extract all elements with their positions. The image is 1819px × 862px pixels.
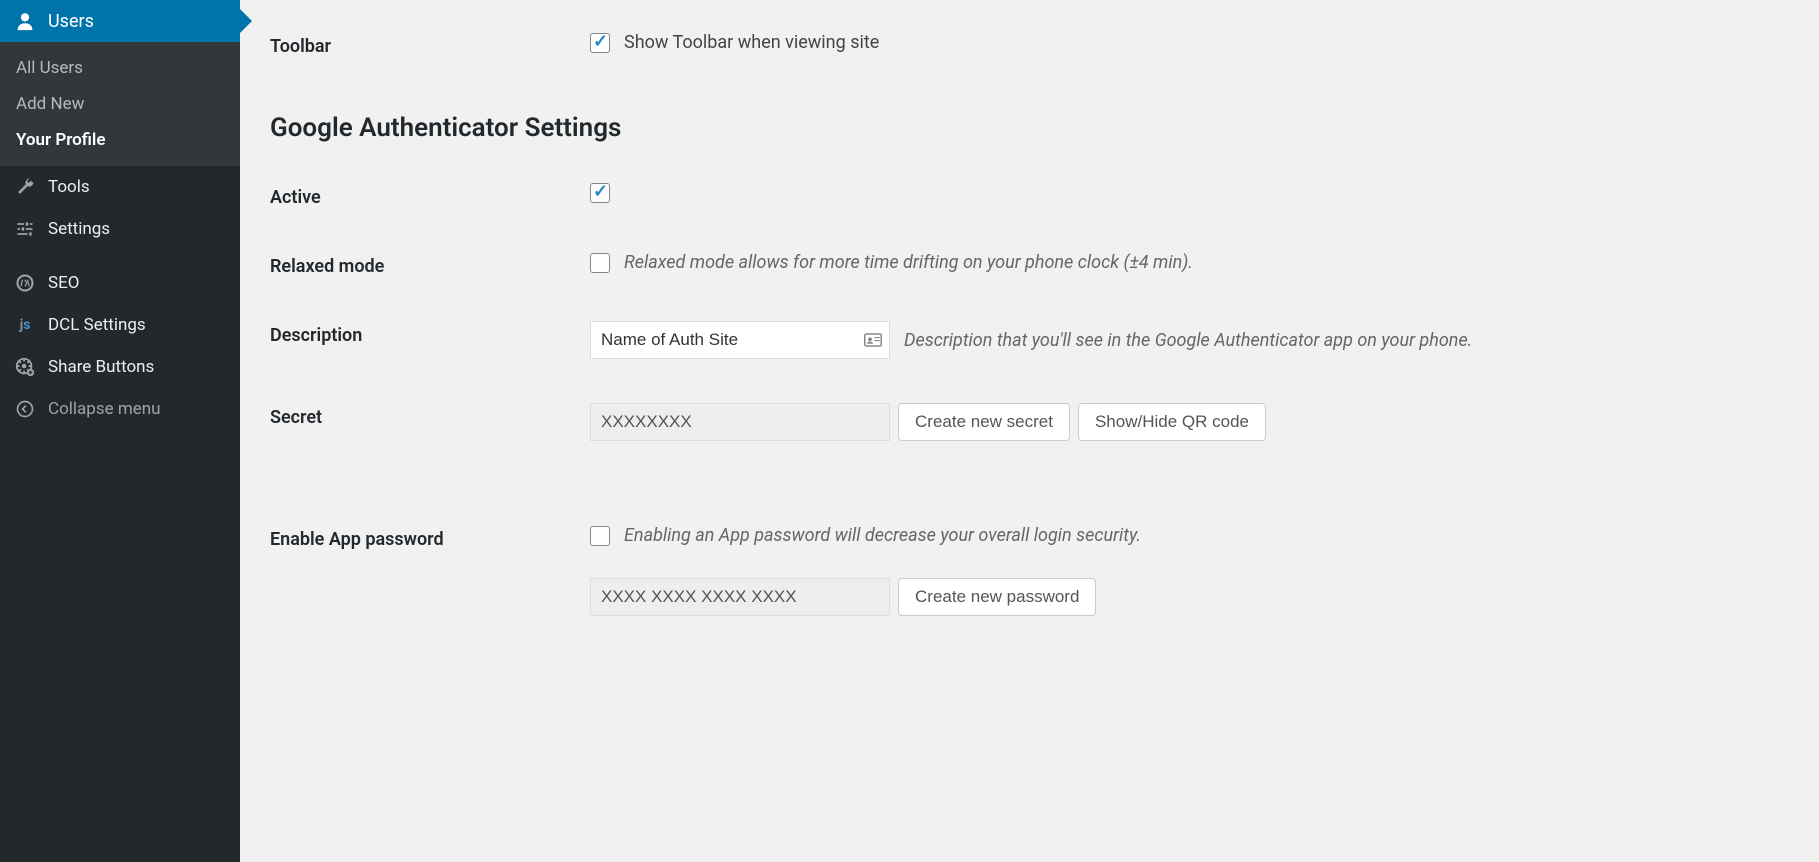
checkbox-relaxed[interactable] [590,253,610,273]
id-card-icon [864,333,882,347]
sidebar-collapse-menu[interactable]: Collapse menu [0,388,240,430]
sidebar-sub-your-profile[interactable]: Your Profile [0,122,240,158]
row-app-password: Enable App password Enabling an App pass… [270,503,1789,572]
desc-app-password: Enabling an App password will decrease y… [624,525,1141,546]
row-secret: Secret Create new secret Show/Hide QR co… [270,381,1789,463]
sliders-icon [14,218,36,240]
checkbox-label-toolbar: Show Toolbar when viewing site [624,32,879,53]
sidebar-item-share-buttons[interactable]: Share Buttons [0,346,240,388]
section-title-authenticator: Google Authenticator Settings [270,113,1789,143]
sidebar-sub-add-new[interactable]: Add New [0,86,240,122]
row-description: Description Description that you'll see … [270,299,1789,381]
checkbox-show-toolbar[interactable] [590,33,610,53]
button-create-secret[interactable]: Create new secret [898,403,1070,441]
desc-description: Description that you'll see in the Googl… [904,330,1472,351]
label-description: Description [270,321,590,346]
sidebar-item-label: SEO [48,273,79,293]
js-icon: js [14,314,36,336]
input-description[interactable] [590,321,890,359]
input-app-password [590,578,890,616]
seo-icon [14,272,36,294]
row-relaxed-mode: Relaxed mode Relaxed mode allows for mor… [270,230,1789,299]
sidebar-item-users[interactable]: Users [0,0,240,42]
sidebar-sub-all-users[interactable]: All Users [0,50,240,86]
user-icon [14,10,36,32]
row-app-password-value: Create new password [270,572,1789,638]
sidebar-item-label: DCL Settings [48,315,146,335]
sidebar-item-label: Share Buttons [48,357,154,377]
sidebar-item-label: Collapse menu [48,399,161,419]
row-toolbar: Toolbar Show Toolbar when viewing site [270,10,1789,79]
sidebar-item-seo[interactable]: SEO [0,262,240,304]
button-create-password[interactable]: Create new password [898,578,1096,616]
main-content: Toolbar Show Toolbar when viewing site G… [240,0,1819,862]
sidebar-item-label: Settings [48,219,110,239]
sidebar-item-label: Tools [48,177,90,197]
share-gear-icon [14,356,36,378]
button-show-hide-qr[interactable]: Show/Hide QR code [1078,403,1266,441]
label-toolbar: Toolbar [270,32,590,57]
checkbox-active[interactable] [590,183,610,203]
sidebar-item-dcl-settings[interactable]: js DCL Settings [0,304,240,346]
label-active: Active [270,183,590,208]
sidebar-item-settings[interactable]: Settings [0,208,240,250]
label-app-password: Enable App password [270,525,590,550]
sidebar-item-label: Users [48,11,94,32]
admin-sidebar: Users All Users Add New Your Profile Too… [0,0,240,862]
checkbox-app-password[interactable] [590,526,610,546]
collapse-icon [14,398,36,420]
row-active: Active [270,161,1789,230]
label-secret: Secret [270,403,590,428]
sidebar-item-tools[interactable]: Tools [0,166,240,208]
input-secret [590,403,890,441]
desc-relaxed: Relaxed mode allows for more time drifti… [624,252,1193,273]
sidebar-submenu: All Users Add New Your Profile [0,42,240,166]
wrench-icon [14,176,36,198]
label-relaxed: Relaxed mode [270,252,590,277]
